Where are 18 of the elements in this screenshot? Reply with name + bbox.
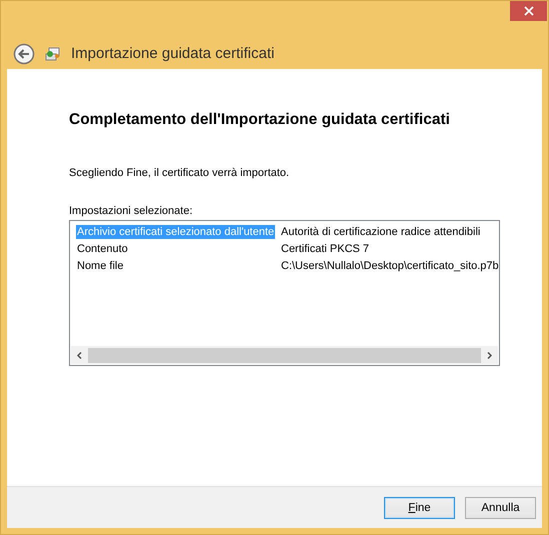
list-label: Impostazioni selezionate: [69, 205, 194, 217]
close-icon [524, 6, 534, 16]
page-heading: Completamento dell'Importazione guidata certificati [69, 111, 451, 129]
back-icon[interactable] [13, 42, 35, 64]
scroll-left-icon[interactable] [77, 352, 82, 358]
description-text: Scegliendo Fine, il certificato verrà importato. [69, 167, 290, 179]
list-item[interactable]: Contenuto [76, 242, 129, 256]
window-title: Importazione guidata certificati [71, 45, 274, 62]
scroll-right-icon[interactable] [487, 352, 492, 358]
close-button[interactable] [510, 1, 547, 21]
list-value: Certificati PKCS 7 [280, 242, 370, 256]
finish-button[interactable]: Fine [384, 496, 455, 518]
list-value: Autorità di certificazione radice attendibili [280, 224, 482, 238]
certificate-icon [45, 46, 61, 62]
cancel-button[interactable]: Annulla [465, 496, 536, 518]
list-value: C:\Users\Nullalo\Desktop\certificato_sito.p7b [280, 258, 500, 272]
horizontal-scrollbar[interactable] [71, 346, 498, 364]
list-item[interactable]: Nome file [76, 258, 124, 272]
